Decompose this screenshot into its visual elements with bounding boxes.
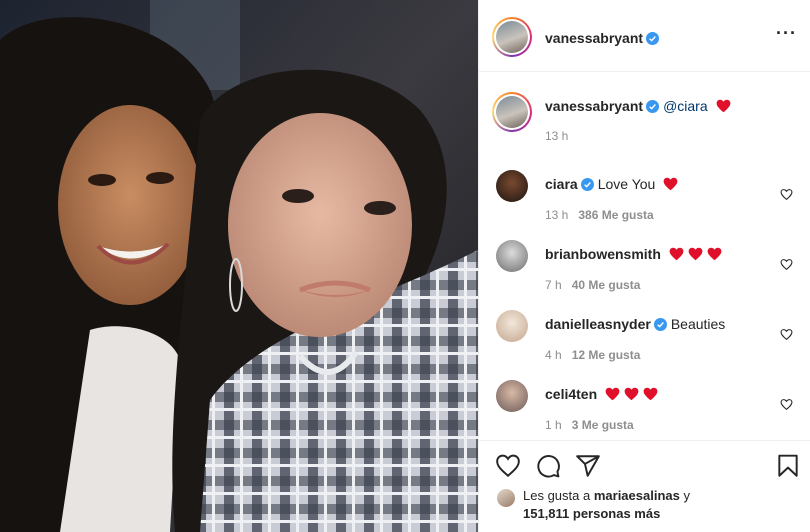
verified-badge-icon [653, 318, 667, 331]
post-actions: Les gusta a mariaesalinas y 151,811 pers… [479, 440, 810, 532]
comment-text: Love You [597, 176, 656, 192]
commenter-username[interactable]: brianbowensmith [545, 246, 661, 262]
commenter-username[interactable]: danielleasnyder [545, 316, 651, 332]
liker-avatar[interactable] [497, 489, 515, 507]
red-heart-emoji-icon [624, 387, 639, 401]
comment-item: danielleasnyder Beauties 4 h 12 Me gusta [479, 304, 810, 374]
comment-timestamp: 4 h [545, 348, 562, 362]
comment-item: celi4ten 1 h 3 Me gusta [479, 374, 810, 444]
comment-meta: 4 h 12 Me gusta [545, 348, 640, 362]
share-icon[interactable] [575, 453, 601, 479]
comment-likes[interactable]: 386 Me gusta [578, 208, 653, 222]
red-heart-emoji-icon [669, 247, 684, 261]
comment-line: danielleasnyder Beauties [545, 316, 725, 332]
comment-line: celi4ten [545, 386, 658, 402]
liked-by-prefix: Les gusta a [523, 488, 591, 503]
red-heart-emoji-icon [605, 387, 620, 401]
verified-badge-icon [646, 32, 660, 45]
comment-meta: 1 h 3 Me gusta [545, 418, 634, 432]
red-heart-emoji-icon [688, 247, 703, 261]
red-heart-emoji-icon [716, 99, 730, 113]
comment-line: ciara Love You [545, 176, 678, 192]
liked-by-line-1: Les gusta a mariaesalinas y [523, 487, 690, 505]
commenter-username[interactable]: celi4ten [545, 386, 597, 402]
author-username[interactable]: vanessabryant [545, 30, 660, 46]
author-avatar[interactable] [492, 17, 532, 57]
likes-count[interactable]: 151,811 personas más [523, 506, 660, 521]
caption-mention[interactable]: @ciara [663, 98, 708, 114]
red-heart-emoji-icon [663, 177, 678, 191]
red-heart-emoji-icon [707, 247, 722, 261]
comment-likes[interactable]: 40 Me gusta [572, 278, 641, 292]
author-username-text[interactable]: vanessabryant [545, 30, 643, 46]
post-header: vanessabryant ··· [479, 0, 810, 72]
comment-meta: 13 h 386 Me gusta [545, 208, 654, 222]
more-horizontal-icon[interactable]: ··· [776, 24, 797, 42]
bookmark-icon[interactable] [775, 453, 801, 479]
commenter-avatar[interactable] [496, 310, 528, 342]
comment-timestamp: 13 h [545, 208, 569, 222]
comment-timestamp: 1 h [545, 418, 562, 432]
comment-item: ciara Love You 13 h 386 Me gusta [479, 164, 810, 234]
liked-by-user[interactable]: mariaesalinas [594, 488, 680, 503]
verified-badge-icon [646, 100, 660, 113]
comment-like-heart-icon[interactable] [780, 258, 793, 271]
comment-line: brianbowensmith [545, 246, 722, 262]
post-panel: vanessabryant ··· vanessabryant @ciara 13… [478, 0, 810, 532]
post-caption: vanessabryant @ciara 13 h [479, 72, 810, 152]
heart-icon[interactable] [495, 453, 521, 479]
comment-meta: 7 h 40 Me gusta [545, 278, 640, 292]
comment-icon[interactable] [535, 453, 561, 479]
commenter-avatar[interactable] [496, 380, 528, 412]
commenter-username[interactable]: ciara [545, 176, 578, 192]
liked-by-line-2: 151,811 personas más [523, 505, 660, 523]
comment-item: brianbowensmith 7 h 40 Me gusta [479, 234, 810, 304]
caption-author-avatar[interactable] [492, 92, 532, 132]
comment-like-heart-icon[interactable] [780, 328, 793, 341]
post-image [0, 0, 478, 532]
caption-line: vanessabryant @ciara [545, 98, 731, 114]
comment-text: Beauties [670, 316, 726, 332]
caption-username[interactable]: vanessabryant [545, 98, 643, 114]
commenter-avatar[interactable] [496, 170, 528, 202]
comment-timestamp: 7 h [545, 278, 562, 292]
comment-like-heart-icon[interactable] [780, 188, 793, 201]
red-heart-emoji-icon [643, 387, 658, 401]
post-photo[interactable] [0, 0, 478, 532]
comment-like-heart-icon[interactable] [780, 398, 793, 411]
caption-timestamp: 13 h [545, 129, 569, 143]
comment-likes[interactable]: 3 Me gusta [572, 418, 634, 432]
liked-by-and: y [683, 488, 690, 503]
commenter-avatar[interactable] [496, 240, 528, 272]
verified-badge-icon [580, 178, 594, 191]
comment-likes[interactable]: 12 Me gusta [572, 348, 641, 362]
